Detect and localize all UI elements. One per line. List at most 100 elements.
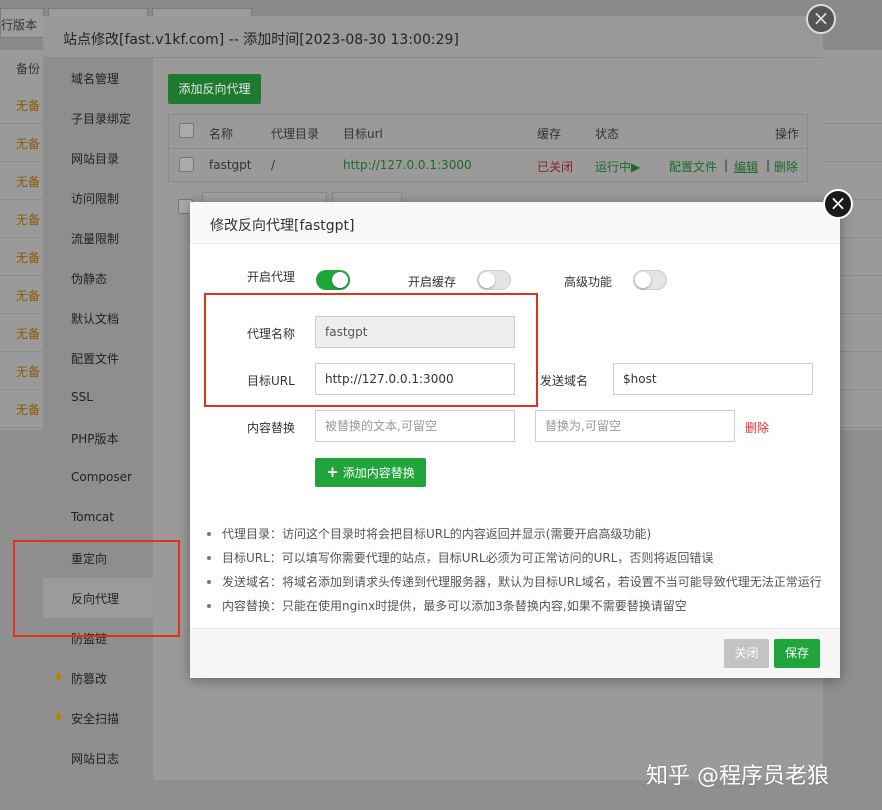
- enable-cache-label: 开启缓存: [408, 275, 457, 289]
- background-row-text: 无备: [16, 251, 41, 265]
- select-all-checkbox[interactable]: [179, 123, 194, 138]
- nav-item-label: 伪静态: [71, 272, 108, 286]
- row-delete-link[interactable]: 删除: [774, 158, 798, 175]
- nav-item[interactable]: Tomcat: [43, 498, 153, 538]
- row-separator: |: [724, 158, 729, 172]
- nav-item-label: 流量限制: [71, 232, 120, 246]
- help-tips: 代理目录：访问这个目录时将会把目标URL的内容返回并显示(需要开启高级功能) 目标…: [204, 524, 834, 620]
- nav-item-label: 安全扫描: [71, 712, 120, 726]
- modal-header: 修改反向代理[fastgpt]: [190, 202, 840, 244]
- row-cache-status: 已关闭: [537, 160, 574, 174]
- annotation-box-nav: [13, 540, 180, 637]
- add-content-replace-button[interactable]: + 添加内容替换: [315, 458, 426, 487]
- edit-reverse-proxy-modal: 修改反向代理[fastgpt] 开启代理 开启缓存 高级功能 代理名称 目标UR…: [190, 202, 840, 678]
- plus-icon: +: [326, 463, 339, 481]
- nav-item[interactable]: PHP版本: [43, 418, 153, 458]
- nav-item-label: Tomcat: [71, 510, 114, 524]
- nav-item-label: PHP版本: [71, 432, 119, 446]
- replace-to-input[interactable]: [535, 410, 735, 442]
- column-target-url: 目标url: [343, 127, 383, 141]
- close-button[interactable]: 关闭: [724, 639, 769, 668]
- proxy-list-header: 名称 代理目录 目标url 缓存 状态 操作: [169, 115, 807, 149]
- row-separator: |: [766, 158, 771, 172]
- column-cache: 缓存: [537, 127, 562, 141]
- vip-gem-icon: ♦: [53, 710, 64, 724]
- add-content-replace-label: 添加内容替换: [342, 466, 415, 480]
- site-dialog-nav: 域名管理子目录绑定网站目录访问限制流量限制伪静态默认文档配置文件 SSL PHP版本…: [43, 58, 153, 780]
- background-row-text: 无备: [16, 403, 41, 417]
- help-tip: 目标URL：可以填写你需要代理的站点，目标URL必须为可正常访问的URL，否则将…: [204, 548, 834, 572]
- row-proxy-dir: /: [271, 158, 276, 172]
- background-row-text: 无备: [16, 365, 41, 379]
- toggle-knob: [479, 272, 495, 288]
- enable-cache-toggle[interactable]: [477, 270, 511, 290]
- nav-item-label: 网站日志: [71, 752, 120, 766]
- replace-delete-link[interactable]: 删除: [745, 419, 769, 436]
- column-status: 状态: [595, 127, 620, 141]
- nav-item[interactable]: 默认文档: [43, 298, 153, 338]
- vip-gem-icon: ♦: [53, 670, 64, 684]
- toggle-knob: [635, 272, 651, 288]
- nav-item[interactable]: 伪静态: [43, 258, 153, 298]
- send-domain-label: 发送域名: [540, 374, 589, 388]
- help-tip: 内容替换：只能在使用nginx时提供，最多可以添加3条替换内容,如果不需要替换请…: [204, 596, 834, 620]
- nav-item[interactable]: 子目录绑定: [43, 98, 153, 138]
- nav-item-label: 默认文档: [71, 312, 120, 326]
- enable-proxy-label: 开启代理: [247, 270, 296, 284]
- site-dialog-title: 站点修改[fast.v1kf.com] -- 添加时间[2023-08-30 1…: [63, 32, 459, 48]
- column-operations: 操作: [775, 127, 800, 141]
- advanced-label: 高级功能: [564, 275, 613, 289]
- background-row-text: 无备: [16, 289, 41, 303]
- background-row-text: 无备: [16, 137, 41, 151]
- nav-item[interactable]: ♦ 安全扫描: [43, 698, 153, 738]
- modal-close-icon[interactable]: ×: [823, 189, 853, 219]
- watermark: 知乎 @程序员老狼: [646, 764, 829, 789]
- column-name: 名称: [209, 127, 234, 141]
- column-proxy-dir: 代理目录: [271, 127, 320, 141]
- nav-item-label: 网站目录: [71, 152, 120, 166]
- nav-item-label: 域名管理: [71, 72, 120, 86]
- nav-item-label: SSL: [71, 390, 93, 404]
- background-row-text: 无备: [16, 327, 41, 341]
- nav-item[interactable]: Composer: [43, 458, 153, 498]
- row-name: fastgpt: [209, 158, 252, 172]
- proxy-list-table: 名称 代理目录 目标url 缓存 状态 操作 fastgpt / http://…: [168, 114, 808, 182]
- row-target-url: http://127.0.0.1:3000: [343, 158, 472, 172]
- nav-item[interactable]: 网站日志: [43, 738, 153, 778]
- modal-title: 修改反向代理[fastgpt]: [210, 218, 355, 234]
- nav-item-label: Composer: [71, 470, 132, 484]
- row-checkbox[interactable]: [179, 157, 194, 172]
- enable-proxy-toggle[interactable]: [316, 270, 350, 290]
- content-replace-label: 内容替换: [247, 421, 296, 435]
- nav-item[interactable]: ♦ 防篡改: [43, 658, 153, 698]
- nav-item[interactable]: 流量限制: [43, 218, 153, 258]
- row-edit-link[interactable]: 编辑: [734, 158, 758, 175]
- background-tab[interactable]: 行版本: [0, 8, 45, 38]
- save-button[interactable]: 保存: [774, 639, 820, 668]
- nav-item[interactable]: 网站目录: [43, 138, 153, 178]
- help-tip: 发送域名：将域名添加到请求头传递到代理服务器，默认为目标URL域名，若设置不当可…: [204, 572, 834, 596]
- advanced-toggle[interactable]: [633, 270, 667, 290]
- nav-item-label: 防篡改: [71, 672, 108, 686]
- table-row: fastgpt / http://127.0.0.1:3000 已关闭 运行中▶…: [169, 149, 807, 182]
- toggle-knob: [332, 272, 348, 288]
- background-table-head: 备份: [16, 62, 41, 76]
- annotation-box-proxy-fields: [204, 293, 538, 407]
- nav-item-label: 配置文件: [71, 352, 120, 366]
- help-tip: 代理目录：访问这个目录时将会把目标URL的内容返回并显示(需要开启高级功能): [204, 524, 834, 548]
- background-row-text: 无备: [16, 213, 41, 227]
- nav-item[interactable]: SSL: [43, 378, 153, 418]
- site-dialog-header: 站点修改[fast.v1kf.com] -- 添加时间[2023-08-30 1…: [43, 16, 823, 58]
- replace-from-input[interactable]: [315, 410, 515, 442]
- add-reverse-proxy-button[interactable]: 添加反向代理: [168, 74, 261, 104]
- nav-item[interactable]: 域名管理: [43, 58, 153, 98]
- nav-item-label: 访问限制: [71, 192, 120, 206]
- row-config-link[interactable]: 配置文件: [669, 158, 717, 175]
- modal-footer: 关闭 保存: [190, 628, 840, 678]
- nav-item[interactable]: 配置文件: [43, 338, 153, 378]
- nav-item[interactable]: 访问限制: [43, 178, 153, 218]
- row-run-status[interactable]: 运行中▶: [595, 158, 640, 175]
- background-row-text: 无备: [16, 175, 41, 189]
- site-dialog-close-icon[interactable]: ×: [806, 4, 836, 34]
- send-domain-input[interactable]: [613, 363, 813, 395]
